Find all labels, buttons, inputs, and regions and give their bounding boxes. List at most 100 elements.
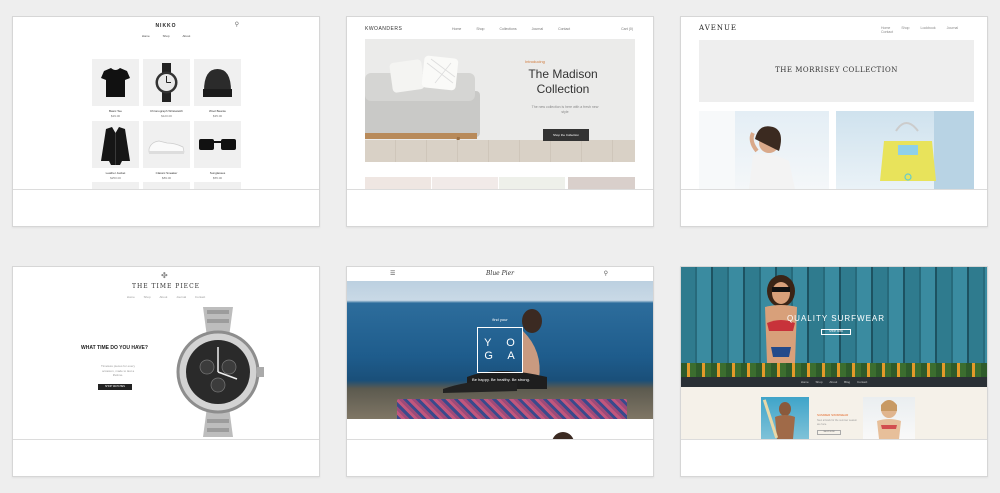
nav-item: Shop [476, 27, 485, 31]
store-nav: Home Shop About Journal Contact [13, 295, 319, 299]
product-image [92, 121, 139, 168]
card-footer [347, 189, 653, 226]
product-name: Chronograph Wristwatch [150, 109, 183, 113]
nav-item: Contact [856, 380, 868, 384]
product-image [143, 121, 190, 168]
swimwear-photo [863, 397, 915, 439]
shop-watches-button: SHOP WATCHES [98, 384, 132, 390]
nav-item: About [159, 295, 168, 299]
theme-preview[interactable]: NIKKO ⚲ Home Shop About Basic Tee $29.00… [13, 17, 319, 189]
theme-card-2[interactable]: KWOANDERS Home Shop Collections Journal … [346, 16, 654, 227]
theme-card-1[interactable]: NIKKO ⚲ Home Shop About Basic Tee $29.00… [12, 16, 320, 227]
tshirt-icon [101, 68, 130, 97]
product-price: $29.00 [110, 114, 121, 118]
product-tile: Leather Jacket $250.00 [92, 121, 139, 180]
nav-item: Shop [143, 295, 151, 299]
product-image [92, 182, 139, 189]
surfer-man-image [762, 399, 795, 439]
hero-banner: find your Y O G A Be happy. Be healthy. … [347, 281, 653, 419]
search-icon: ⚲ [603, 271, 608, 277]
theme-preview[interactable]: ☰ Blue Pier ⚲ find your Y O G A Be happy… [347, 267, 653, 439]
store-logo: KWOANDERS [365, 26, 403, 32]
theme-preview[interactable]: AVENUE Home Shop Lookbook Journal Contac… [681, 17, 987, 189]
yoga-mat [397, 399, 627, 419]
product-image [92, 59, 139, 106]
product-image [194, 59, 241, 106]
nav-item: Collections [499, 27, 517, 31]
product-price: $35.00 [212, 114, 223, 118]
store-logo: NIKKO [155, 23, 177, 29]
nav-item: Journal [176, 295, 187, 299]
model-photo [699, 111, 829, 189]
theme-card-3[interactable]: AVENUE Home Shop Lookbook Journal Contac… [680, 16, 988, 227]
thumbnail [365, 177, 431, 189]
beanie-icon [203, 69, 232, 97]
section-title: SUMMER SWIMWEAR [817, 413, 849, 417]
handbag-image [880, 111, 974, 189]
thumbnail [432, 177, 498, 189]
hero-title-line: Collection [536, 82, 590, 96]
search-icon: ⚲ [234, 22, 239, 28]
hero-banner: QUALITY SURFWEAR SHOP NOW [681, 267, 987, 377]
theme-card-6[interactable]: QUALITY SURFWEAR SHOP NOW Home Shop Abou… [680, 266, 988, 477]
hero-title: The Madison Collection [513, 67, 613, 97]
surfer-photo [761, 397, 809, 439]
store-nav: Home Shop About Blog Contact [681, 377, 987, 387]
section-button: SHOP NOW [817, 430, 841, 435]
product-tile: Basic Tee $29.00 [92, 59, 139, 118]
nav-item: About [182, 34, 191, 38]
card-footer [13, 189, 319, 226]
shop-now-button: SHOP NOW [821, 329, 851, 335]
product-image [194, 121, 241, 168]
card-footer [13, 439, 319, 476]
theme-preview[interactable]: ✤ THE TIME PIECE Home Shop About Journal… [13, 267, 319, 439]
nav-item: Shop [901, 26, 910, 30]
store-logo: THE TIME PIECE [131, 283, 201, 290]
product-tile: Sunglasses $55.00 [194, 121, 241, 180]
theme-card-5[interactable]: ☰ Blue Pier ⚲ find your Y O G A Be happy… [346, 266, 654, 477]
nav-item: Shop [162, 34, 170, 38]
nav-item: Journal [946, 26, 959, 30]
floor [365, 140, 635, 162]
thumbnail [499, 177, 565, 189]
store-nav: Home Shop About [13, 34, 319, 38]
theme-preview[interactable]: KWOANDERS Home Shop Collections Journal … [347, 17, 653, 189]
sneaker-icon [148, 140, 185, 154]
sunglasses-icon [199, 139, 236, 150]
store-logo: AVENUE [699, 24, 738, 32]
jacket-icon [101, 127, 130, 165]
cart-link: Cart (0) [621, 27, 633, 31]
banner-title: THE MORRISEY COLLECTION [775, 66, 898, 74]
card-footer [347, 439, 653, 476]
product-image [194, 182, 241, 189]
product-name: Leather Jacket [105, 171, 126, 175]
hero-tagline: Be happy. Be healthy. Be strong. [472, 377, 530, 382]
theme-card-4[interactable]: ✤ THE TIME PIECE Home Shop About Journal… [12, 266, 320, 477]
store-header: ☰ Blue Pier ⚲ [347, 267, 653, 281]
hero-title: QUALITY SURFWEAR [786, 314, 886, 323]
card-footer [681, 189, 987, 226]
product-photo [836, 111, 974, 189]
product-tile: Wool Beanie $35.00 [194, 59, 241, 118]
product-tile: Classic Sneaker $89.00 [143, 121, 190, 180]
flowers [681, 363, 987, 377]
nav-item: Contact [881, 30, 894, 34]
thumbnail-row [365, 177, 635, 189]
product-name: Classic Sneaker [155, 171, 178, 175]
product-price: $89.00 [161, 176, 172, 180]
store-nav: Home Shop Collections Journal Contact [452, 27, 584, 31]
yoga-logo-box: Y O G A [477, 327, 523, 373]
theme-preview[interactable]: QUALITY SURFWEAR SHOP NOW Home Shop Abou… [681, 267, 987, 439]
hero-title-line: The Madison [528, 67, 598, 81]
hero-banner: Introducing The Madison Collection The n… [365, 39, 635, 162]
woman-image [699, 111, 795, 189]
nav-item: Blog [844, 380, 851, 384]
theme-gallery: NIKKO ⚲ Home Shop About Basic Tee $29.00… [0, 0, 1000, 493]
product-tile: Chronograph Wristwatch $120.00 [143, 59, 190, 118]
product-image [143, 182, 190, 189]
product-name: Basic Tee [109, 109, 122, 113]
hero-question-sub: Timeless pieces for every occasion, made… [101, 364, 135, 377]
yoga-line: Y O [484, 337, 521, 349]
nav-item: About [829, 380, 838, 384]
shop-collection-button: Shop the Collection [543, 129, 589, 141]
